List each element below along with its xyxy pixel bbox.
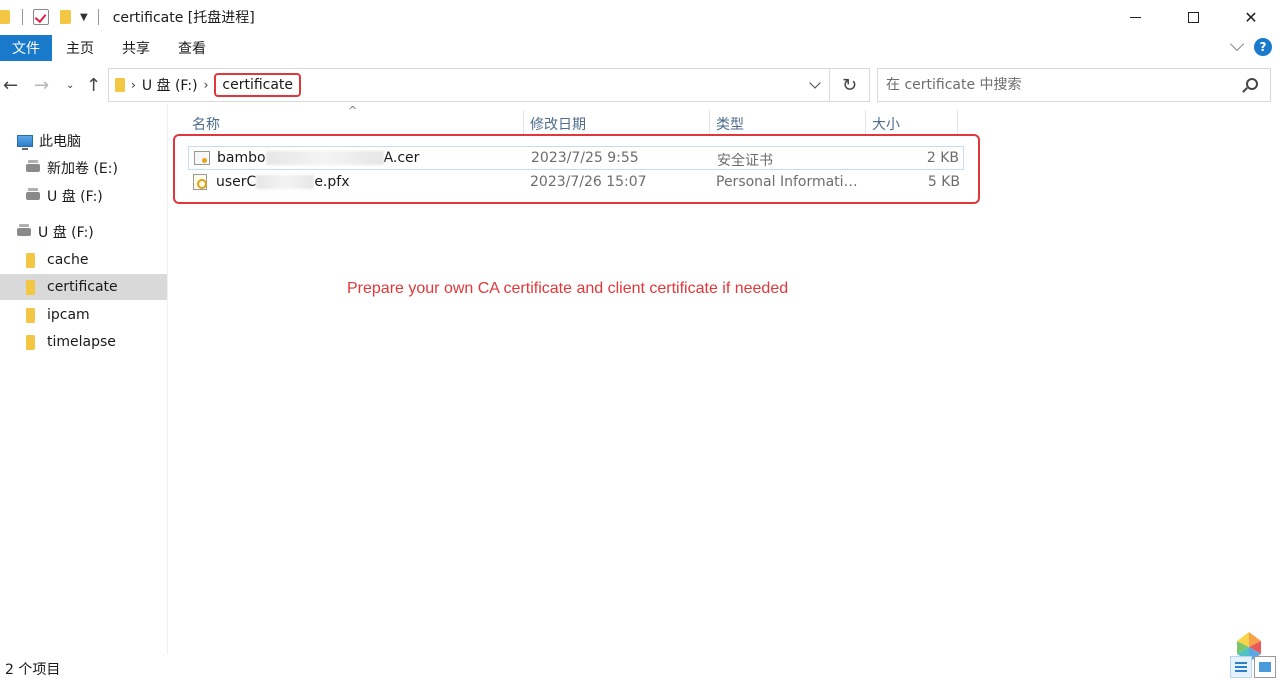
address-bar[interactable]: › U 盘 (F:) › certificate [108,68,830,102]
tab-share[interactable]: 共享 [108,35,164,61]
title-bar: ▼ certificate [托盘进程] ✕ [0,0,1280,34]
ribbon-tabs: 文件 主页 共享 查看 ? [0,34,1280,62]
window-title: certificate [托盘进程] [112,10,255,26]
address-history-chevron-icon[interactable] [809,77,821,89]
recent-locations-chevron-icon[interactable]: ⌄ [66,80,74,91]
view-mode-buttons [1230,656,1276,678]
column-header-row: ^ 名称 修改日期 类型 大小 [184,104,964,136]
column-header-date[interactable]: 修改日期 [530,114,586,134]
nav-item-usb-drive[interactable]: U 盘 (F:) [0,183,167,209]
breadcrumb-chevron-icon[interactable]: › [204,78,209,92]
column-header-type[interactable]: 类型 [716,114,744,134]
column-header-name[interactable]: 名称 [192,114,220,134]
forward-arrow-icon[interactable]: → [34,75,49,96]
drive-icon [26,160,40,172]
refresh-icon: ↻ [841,74,858,96]
maximize-button[interactable] [1164,0,1222,34]
tab-home[interactable]: 主页 [52,35,108,61]
minimize-icon [1129,16,1141,18]
help-icon[interactable]: ? [1254,38,1272,56]
item-count: 2 个项目 [5,662,61,678]
search-input[interactable] [886,77,1226,93]
navigation-pane: 此电脑 新加卷 (E:) U 盘 (F:) U 盘 (F:) cache cer… [0,104,168,654]
nav-item-timelapse[interactable]: timelapse [0,329,167,355]
nav-item-certificate[interactable]: certificate [0,274,167,300]
tab-file[interactable]: 文件 [0,35,52,61]
folder-icon [0,10,10,24]
usb-drive-icon [26,188,40,200]
files-highlight-box [173,134,980,204]
nav-item-label: U 盘 (F:) [38,225,94,241]
computer-icon [17,135,33,150]
quick-access-toolbar: ▼ [0,0,99,34]
folder-icon [26,307,35,323]
customize-toolbar-chevron-icon[interactable]: ▼ [80,12,88,23]
column-divider[interactable] [523,110,524,136]
maximize-icon [1187,11,1199,23]
column-divider[interactable] [709,110,710,136]
up-arrow-icon[interactable]: ↑ [86,75,101,96]
nav-item-this-pc[interactable]: 此电脑 [0,128,167,154]
nav-item-label: 新加卷 (E:) [47,161,118,177]
breadcrumb-current-folder[interactable]: certificate [214,73,302,97]
nav-item-label: certificate [47,279,118,295]
ribbon-right-controls: ? [1229,36,1272,56]
details-view-icon[interactable] [1230,656,1252,678]
column-divider[interactable] [957,110,958,136]
annotation-note: Prepare your own CA certificate and clie… [347,280,789,297]
expand-ribbon-chevron-icon[interactable] [1229,36,1245,52]
search-icon[interactable] [1246,78,1258,90]
status-bar: 2 个项目 [0,654,1280,683]
new-folder-icon[interactable] [60,10,71,24]
search-box[interactable] [877,68,1271,102]
folder-icon [26,279,35,295]
close-icon: ✕ [1244,7,1258,27]
nav-item-label: timelapse [47,334,116,350]
address-row: ← → ⌄ ↑ › U 盘 (F:) › certificate ↻ [0,66,1280,104]
breadcrumb-chevron-icon[interactable]: › [131,78,136,92]
usb-drive-icon [17,224,31,236]
close-button[interactable]: ✕ [1222,0,1280,34]
nav-item-label: 此电脑 [39,134,81,150]
nav-item-label: cache [47,252,89,268]
nav-item-label: ipcam [47,307,90,323]
column-header-size[interactable]: 大小 [872,114,900,134]
properties-icon[interactable] [33,9,49,25]
nav-item-ipcam[interactable]: ipcam [0,302,167,328]
folder-icon [115,78,125,92]
breadcrumb-drive[interactable]: U 盘 (F:) [142,75,198,95]
minimize-button[interactable] [1106,0,1164,34]
back-arrow-icon[interactable]: ← [3,75,18,96]
folder-icon [26,334,35,350]
refresh-button[interactable]: ↻ [830,68,870,102]
large-icons-view-icon[interactable] [1254,656,1276,678]
nav-item-cache[interactable]: cache [0,247,167,273]
nav-item-usb-drive-root[interactable]: U 盘 (F:) [0,219,167,245]
folder-icon [26,252,35,268]
tab-view[interactable]: 查看 [164,35,220,61]
sort-ascending-icon: ^ [348,104,358,117]
toolbar-divider [22,9,23,25]
nav-item-label: U 盘 (F:) [47,189,103,205]
nav-item-drive-e[interactable]: 新加卷 (E:) [0,155,167,181]
window-controls: ✕ [1106,0,1280,34]
column-divider[interactable] [865,110,866,136]
toolbar-divider [97,9,99,25]
